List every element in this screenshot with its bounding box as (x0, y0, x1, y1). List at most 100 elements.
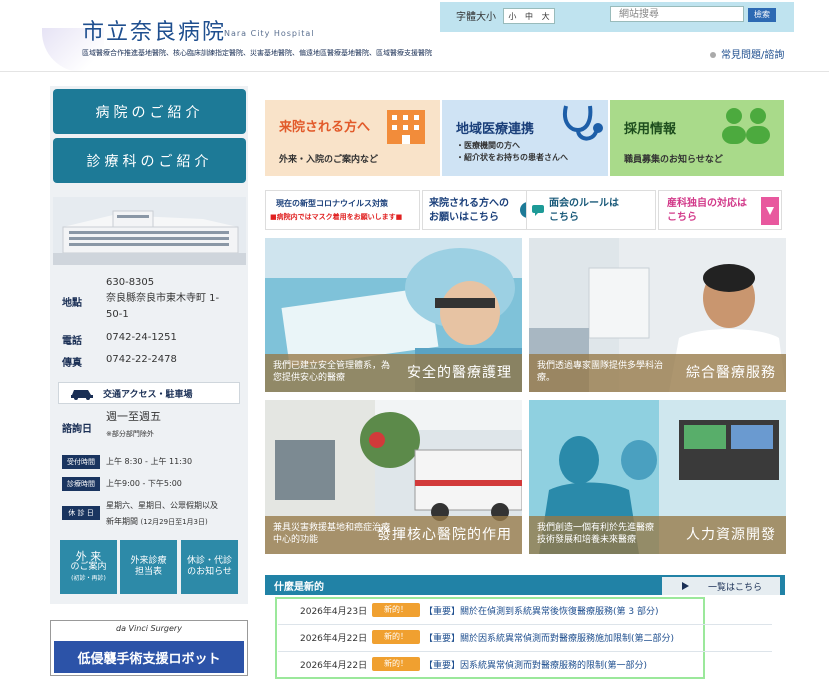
news-date: 2026年4月22日 (300, 634, 368, 644)
speech-icon (532, 205, 544, 216)
regional-cooperation-banner[interactable]: 地域医療連携 ・医療機関の方へ ・紹介状をお持ちの患者さんへ (442, 100, 608, 176)
visit-rules-line1: 面会のルールは (549, 198, 619, 209)
consult-label: 諮詢日 (62, 424, 92, 435)
safe-care-tile[interactable]: 我們已建立安全管理體系，為您提供安心的醫療 安全的醫療護理 (265, 238, 522, 392)
recruitment-banner[interactable]: 採用情報 職員募集のお知らせなど (610, 100, 784, 176)
outpatient-schedule-line1: 外来診療 (130, 556, 167, 566)
hr-development-text: 我們創造一個有利於先進醫療技術發展和培養未來醫療 (537, 523, 655, 545)
safe-care-caption: 我們已建立安全管理體系，為您提供安心的醫療 安全的醫療護理 (265, 354, 522, 392)
bullet-icon (710, 52, 716, 58)
recruitment-sub: 職員募集のお知らせなど (624, 155, 723, 165)
outpatient-guide-button[interactable]: 外 来 のご案内 (初診・再診) (60, 540, 117, 594)
faq-link[interactable]: 常見問題/諮詢 (710, 46, 784, 61)
outpatient-schedule-button[interactable]: 外来診療 担当表 (120, 540, 177, 594)
comprehensive-care-text: 我們透過專家團隊提供多學科治療。 (537, 361, 664, 383)
clinic-hours-label: 診療時間 (62, 477, 100, 491)
building-icon (387, 110, 425, 144)
departments-intro-button[interactable]: 診療科のご紹介 (53, 138, 246, 183)
closure-notice-line1: 休診・代診 (186, 556, 232, 566)
font-size-large-button[interactable]: 大 (542, 11, 550, 22)
visit-rules-notice[interactable]: 面会のルールは こちら (526, 190, 656, 230)
font-size-label: 字體大小 (456, 12, 496, 23)
news-item-link[interactable]: 【重要】因系統異常偵測而對醫療服務的限制(第一部分) (424, 658, 647, 671)
covid-notice-line1: 現在の新型コロナウイルス対策 (276, 199, 388, 208)
hr-development-tile[interactable]: 我們創造一個有利於先進醫療技術發展和培養未來醫療 人力資源開發 (529, 400, 786, 554)
davinci-label: 低侵襲手術支援ロボット (54, 641, 244, 673)
outpatient-guide-line3: (初診・再診) (71, 574, 106, 582)
hospital-building-image (53, 197, 246, 265)
address-line2: 50-1 (106, 309, 129, 320)
comprehensive-care-tile[interactable]: 我們透過專家團隊提供多學科治療。 綜合醫療服務 (529, 238, 786, 392)
maternity-notice[interactable]: 産科独自の対応は こちら (658, 190, 782, 230)
news-divider (278, 624, 772, 625)
new-badge: 新的！ (372, 603, 420, 617)
down-arrow-icon (761, 197, 779, 225)
logo-subtitle: Nara City Hospital (224, 29, 315, 38)
closure-notice-button[interactable]: 休診・代診 のお知らせ (181, 540, 238, 594)
core-hospital-caption: 兼具災害救援基地和癌症治療中心的功能 發揮核心醫院的作用 (265, 516, 522, 554)
holiday-label: 休 診 日 (62, 506, 100, 520)
hospital-tagline: 區域醫療合作推進基地醫院、核心臨床訓練指定醫院、災害基地醫院、偏遠地區醫療基地醫… (82, 49, 432, 57)
visitors-banner[interactable]: 来院される方へ 外来・入院のご案内など (265, 100, 440, 176)
consult-note: ※部分部門除外 (106, 430, 154, 438)
davinci-banner[interactable]: da Vinci Surgery 低侵襲手術支援ロボット (50, 620, 248, 676)
fax-number: 0742-22-2478 (106, 354, 177, 365)
access-parking-button[interactable]: 交通アクセス・駐車場 (58, 382, 240, 404)
play-icon (681, 582, 689, 590)
davinci-brand: da Vinci Surgery (116, 624, 182, 633)
font-size-buttons: 小 中 大 (503, 8, 555, 24)
holiday-line2: 新年期間 (12月29日至1月3日) (106, 515, 208, 529)
recruitment-title: 採用情報 (624, 122, 677, 137)
news-item-link[interactable]: 【重要】關於因系統異常偵測而對醫療服務施加限制(第二部分) (424, 631, 674, 644)
comprehensive-care-title: 綜合醫療服務 (686, 365, 776, 381)
closure-notice-line2: のお知らせ (187, 567, 232, 577)
font-size-small-button[interactable]: 小 (508, 11, 516, 22)
stethoscope-icon (563, 105, 603, 141)
fax-label: 傳真 (62, 358, 82, 369)
maternity-notice-line2: こちら (667, 212, 697, 223)
visitors-request-line2: お願いはこちら (429, 212, 499, 223)
visitors-request-line1: 来院される方への (429, 198, 509, 209)
postal-code: 630-8305 (106, 277, 155, 288)
access-parking-label: 交通アクセス・駐車場 (103, 389, 193, 400)
maternity-notice-line1: 産科独自の対応は (667, 198, 747, 209)
new-badge: 新的！ (372, 630, 420, 644)
visitors-banner-sub: 外来・入院のご案内など (279, 155, 379, 165)
news-item-link[interactable]: 【重要】關於在偵測到系統異常後恢復醫療服務(第 3 部分) (424, 604, 658, 617)
font-size-medium-button[interactable]: 中 (525, 11, 533, 22)
holiday-line1: 星期六、星期日、公眾假期以及 (106, 501, 218, 510)
reception-hours: 上午 8:30 - 上午 11:30 (106, 457, 193, 466)
visitors-banner-title: 来院される方へ (279, 120, 371, 135)
outpatient-guide-line2: のご案内 (70, 561, 107, 572)
reception-label: 受付時間 (62, 455, 100, 469)
faq-link-label: 常見問題/諮詢 (721, 50, 785, 61)
news-more-button[interactable]: 一覧はこちら (662, 577, 780, 595)
safe-care-title: 安全的醫療護理 (407, 365, 512, 381)
logo-title[interactable]: 市立奈良病院 (82, 14, 226, 46)
outpatient-guide-line1: 外 来 (75, 549, 102, 563)
safe-care-text: 我們已建立安全管理體系，為您提供安心的醫療 (273, 361, 391, 383)
header-divider (0, 71, 829, 72)
covid-notice-line2: ■病院内ではマスク着用をお願いします■ (270, 213, 403, 221)
address-line1: 奈良縣奈良市東木寺町 1- (106, 293, 220, 304)
news-date: 2026年4月22日 (300, 661, 368, 671)
hr-development-caption: 我們創造一個有利於先進醫療技術發展和培養未來醫療 人力資源開發 (529, 516, 786, 554)
core-hospital-tile[interactable]: 兼具災害救援基地和癌症治療中心的功能 發揮核心醫院的作用 (265, 400, 522, 554)
hospital-intro-button[interactable]: 病院のご紹介 (53, 89, 246, 134)
address-label: 地點 (62, 298, 82, 309)
holiday-period: 新年期間 (106, 517, 138, 526)
news-divider (278, 651, 772, 652)
search-button[interactable]: 檢索 (748, 8, 776, 22)
hr-development-title: 人力資源開發 (686, 527, 776, 543)
people-icon (722, 108, 770, 144)
holiday-dates: (12月29日至1月3日) (140, 518, 208, 526)
visit-rules-line2: こちら (549, 212, 579, 223)
visitors-request-notice[interactable]: 来院される方への お願いはこちら (422, 190, 541, 230)
phone-number[interactable]: 0742-24-1251 (106, 331, 177, 345)
regional-cooperation-title: 地域医療連携 (456, 122, 535, 137)
regional-cooperation-sub: ・医療機関の方へ ・紹介状をお持ちの患者さんへ (456, 141, 568, 162)
covid-notice[interactable]: 現在の新型コロナウイルス対策 ■病院内ではマスク着用をお願いします■ (265, 190, 420, 230)
search-input[interactable]: 網站搜尋 (610, 6, 744, 22)
core-hospital-title: 發揮核心醫院的作用 (377, 527, 512, 543)
core-hospital-text: 兼具災害救援基地和癌症治療中心的功能 (273, 523, 391, 545)
